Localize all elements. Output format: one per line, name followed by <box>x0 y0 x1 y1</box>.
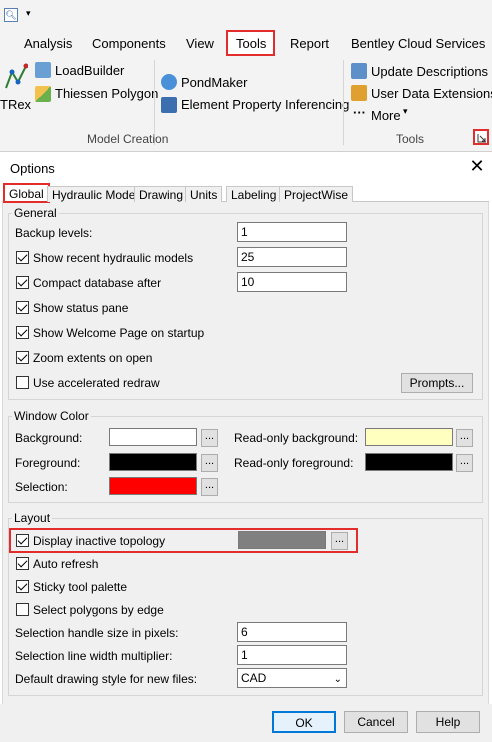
user-data-extensions-icon <box>351 85 367 101</box>
background-color-swatch[interactable] <box>109 428 197 446</box>
read-only-foreground-picker-button[interactable]: ... <box>456 454 473 472</box>
selection-color-swatch[interactable] <box>109 477 197 495</box>
group-label-model-creation: Model Creation <box>87 132 169 146</box>
selection-label: Selection: <box>15 480 68 494</box>
help-button[interactable]: Help <box>416 711 480 733</box>
show-status-pane-label: Show status pane <box>33 301 129 315</box>
thiessen-polygon-icon <box>35 86 51 102</box>
loadbuilder-icon <box>35 62 51 78</box>
chevron-down-icon: ⌄ <box>333 674 342 685</box>
selection-line-width-label: Selection line width multiplier: <box>15 649 173 663</box>
sticky-tool-palette-checkbox[interactable] <box>16 580 29 593</box>
more-button[interactable]: More <box>371 108 401 123</box>
compact-database-label: Compact database after <box>33 276 162 290</box>
zoom-extents-checkbox[interactable] <box>16 351 29 364</box>
auto-refresh-label: Auto refresh <box>33 557 99 571</box>
backup-levels-label: Backup levels: <box>15 226 93 240</box>
quick-access-dropdown-icon[interactable]: ▾ <box>26 8 31 19</box>
foreground-color-swatch[interactable] <box>109 453 197 471</box>
update-descriptions-button[interactable]: Update Descriptions <box>371 64 488 79</box>
show-recent-input[interactable]: 25 <box>237 247 347 267</box>
foreground-label: Foreground: <box>15 456 81 470</box>
read-only-background-label: Read-only background: <box>234 431 359 445</box>
read-only-background-picker-button[interactable]: ... <box>456 429 473 447</box>
tab-hydraulic-model[interactable]: Hydraulic Model <box>47 186 144 202</box>
ribbon: 🔍︎ ▾ Analysis Components View Tools Repo… <box>0 0 492 152</box>
read-only-foreground-color-swatch[interactable] <box>365 453 453 471</box>
layout-group-label: Layout <box>12 511 53 525</box>
loadbuilder-button[interactable]: LoadBuilder <box>55 63 124 78</box>
selection-line-width-input[interactable]: 1 <box>237 645 347 665</box>
element-property-inferencing-button[interactable]: Element Property Inferencing <box>181 97 349 112</box>
selection-handle-size-input[interactable]: 6 <box>237 622 347 642</box>
show-welcome-page-label: Show Welcome Page on startup <box>33 326 205 340</box>
tools-dialog-launcher-icon[interactable] <box>473 129 489 145</box>
cancel-button[interactable]: Cancel <box>344 711 408 733</box>
pondmaker-icon <box>161 74 177 90</box>
sticky-tool-palette-label: Sticky tool palette <box>33 580 128 594</box>
ok-button[interactable]: OK <box>272 711 336 733</box>
tab-analysis[interactable]: Analysis <box>24 36 72 51</box>
app-search-icon[interactable]: 🔍︎ <box>4 8 18 22</box>
tab-units[interactable]: Units <box>185 186 223 202</box>
selection-color-picker-button[interactable]: ... <box>201 478 218 496</box>
dialog-title: Options <box>10 161 55 176</box>
tab-report[interactable]: Report <box>290 36 329 51</box>
select-polygons-by-edge-checkbox[interactable] <box>16 603 29 616</box>
tab-tools[interactable]: Tools <box>236 36 266 51</box>
zoom-extents-label: Zoom extents on open <box>33 351 153 365</box>
update-descriptions-icon <box>351 63 367 79</box>
default-drawing-style-value: CAD <box>241 671 267 685</box>
inactive-topology-color-picker-button[interactable]: ... <box>331 532 348 550</box>
trex-icon <box>5 63 28 89</box>
close-icon[interactable]: ✕ <box>467 156 487 176</box>
tab-bentley-cloud-services[interactable]: Bentley Cloud Services <box>351 36 485 51</box>
tab-global[interactable]: Global <box>3 183 50 203</box>
tab-drawing[interactable]: Drawing <box>134 186 189 202</box>
inactive-topology-color-swatch[interactable] <box>238 531 326 549</box>
group-label-tools: Tools <box>396 132 425 146</box>
thiessen-polygon-button[interactable]: Thiessen Polygon <box>55 86 158 101</box>
auto-refresh-checkbox[interactable] <box>16 557 29 570</box>
show-recent-label: Show recent hydraulic models <box>33 251 194 265</box>
compact-database-input[interactable]: 10 <box>237 272 347 292</box>
compact-database-checkbox[interactable] <box>16 276 29 289</box>
group-separator <box>343 60 344 145</box>
general-group-label: General <box>12 206 59 220</box>
backup-levels-input[interactable]: 1 <box>237 222 347 242</box>
trex-button[interactable]: TRex <box>0 97 31 112</box>
tab-projectwise[interactable]: ProjectWise <box>279 186 354 202</box>
foreground-color-picker-button[interactable]: ... <box>201 454 218 472</box>
display-inactive-topology-label: Display inactive topology <box>33 534 166 548</box>
pondmaker-button[interactable]: PondMaker <box>181 75 247 90</box>
accelerated-redraw-label: Use accelerated redraw <box>33 376 160 390</box>
selection-handle-size-label: Selection handle size in pixels: <box>15 626 179 640</box>
more-dots-icon: ··· <box>353 105 366 120</box>
default-drawing-style-label: Default drawing style for new files: <box>15 672 198 686</box>
element-property-inferencing-icon <box>161 97 177 113</box>
background-color-picker-button[interactable]: ... <box>201 429 218 447</box>
window-color-group-label: Window Color <box>12 409 91 423</box>
default-drawing-style-select[interactable]: CAD ⌄ <box>237 668 347 688</box>
prompts-button[interactable]: Prompts... <box>401 373 473 393</box>
read-only-background-color-swatch[interactable] <box>365 428 453 446</box>
display-inactive-topology-checkbox[interactable] <box>16 534 29 547</box>
read-only-foreground-label: Read-only foreground: <box>234 456 354 470</box>
show-recent-checkbox[interactable] <box>16 251 29 264</box>
tab-components[interactable]: Components <box>92 36 166 51</box>
user-data-extensions-button[interactable]: User Data Extensions <box>371 86 492 101</box>
tab-labeling[interactable]: Labeling <box>226 186 282 202</box>
more-caret-icon: ▾ <box>403 106 408 116</box>
accelerated-redraw-checkbox[interactable] <box>16 376 29 389</box>
tab-view[interactable]: View <box>186 36 214 51</box>
select-polygons-by-edge-label: Select polygons by edge <box>33 603 164 617</box>
background-label: Background: <box>15 431 83 445</box>
show-status-pane-checkbox[interactable] <box>16 301 29 314</box>
show-welcome-page-checkbox[interactable] <box>16 326 29 339</box>
